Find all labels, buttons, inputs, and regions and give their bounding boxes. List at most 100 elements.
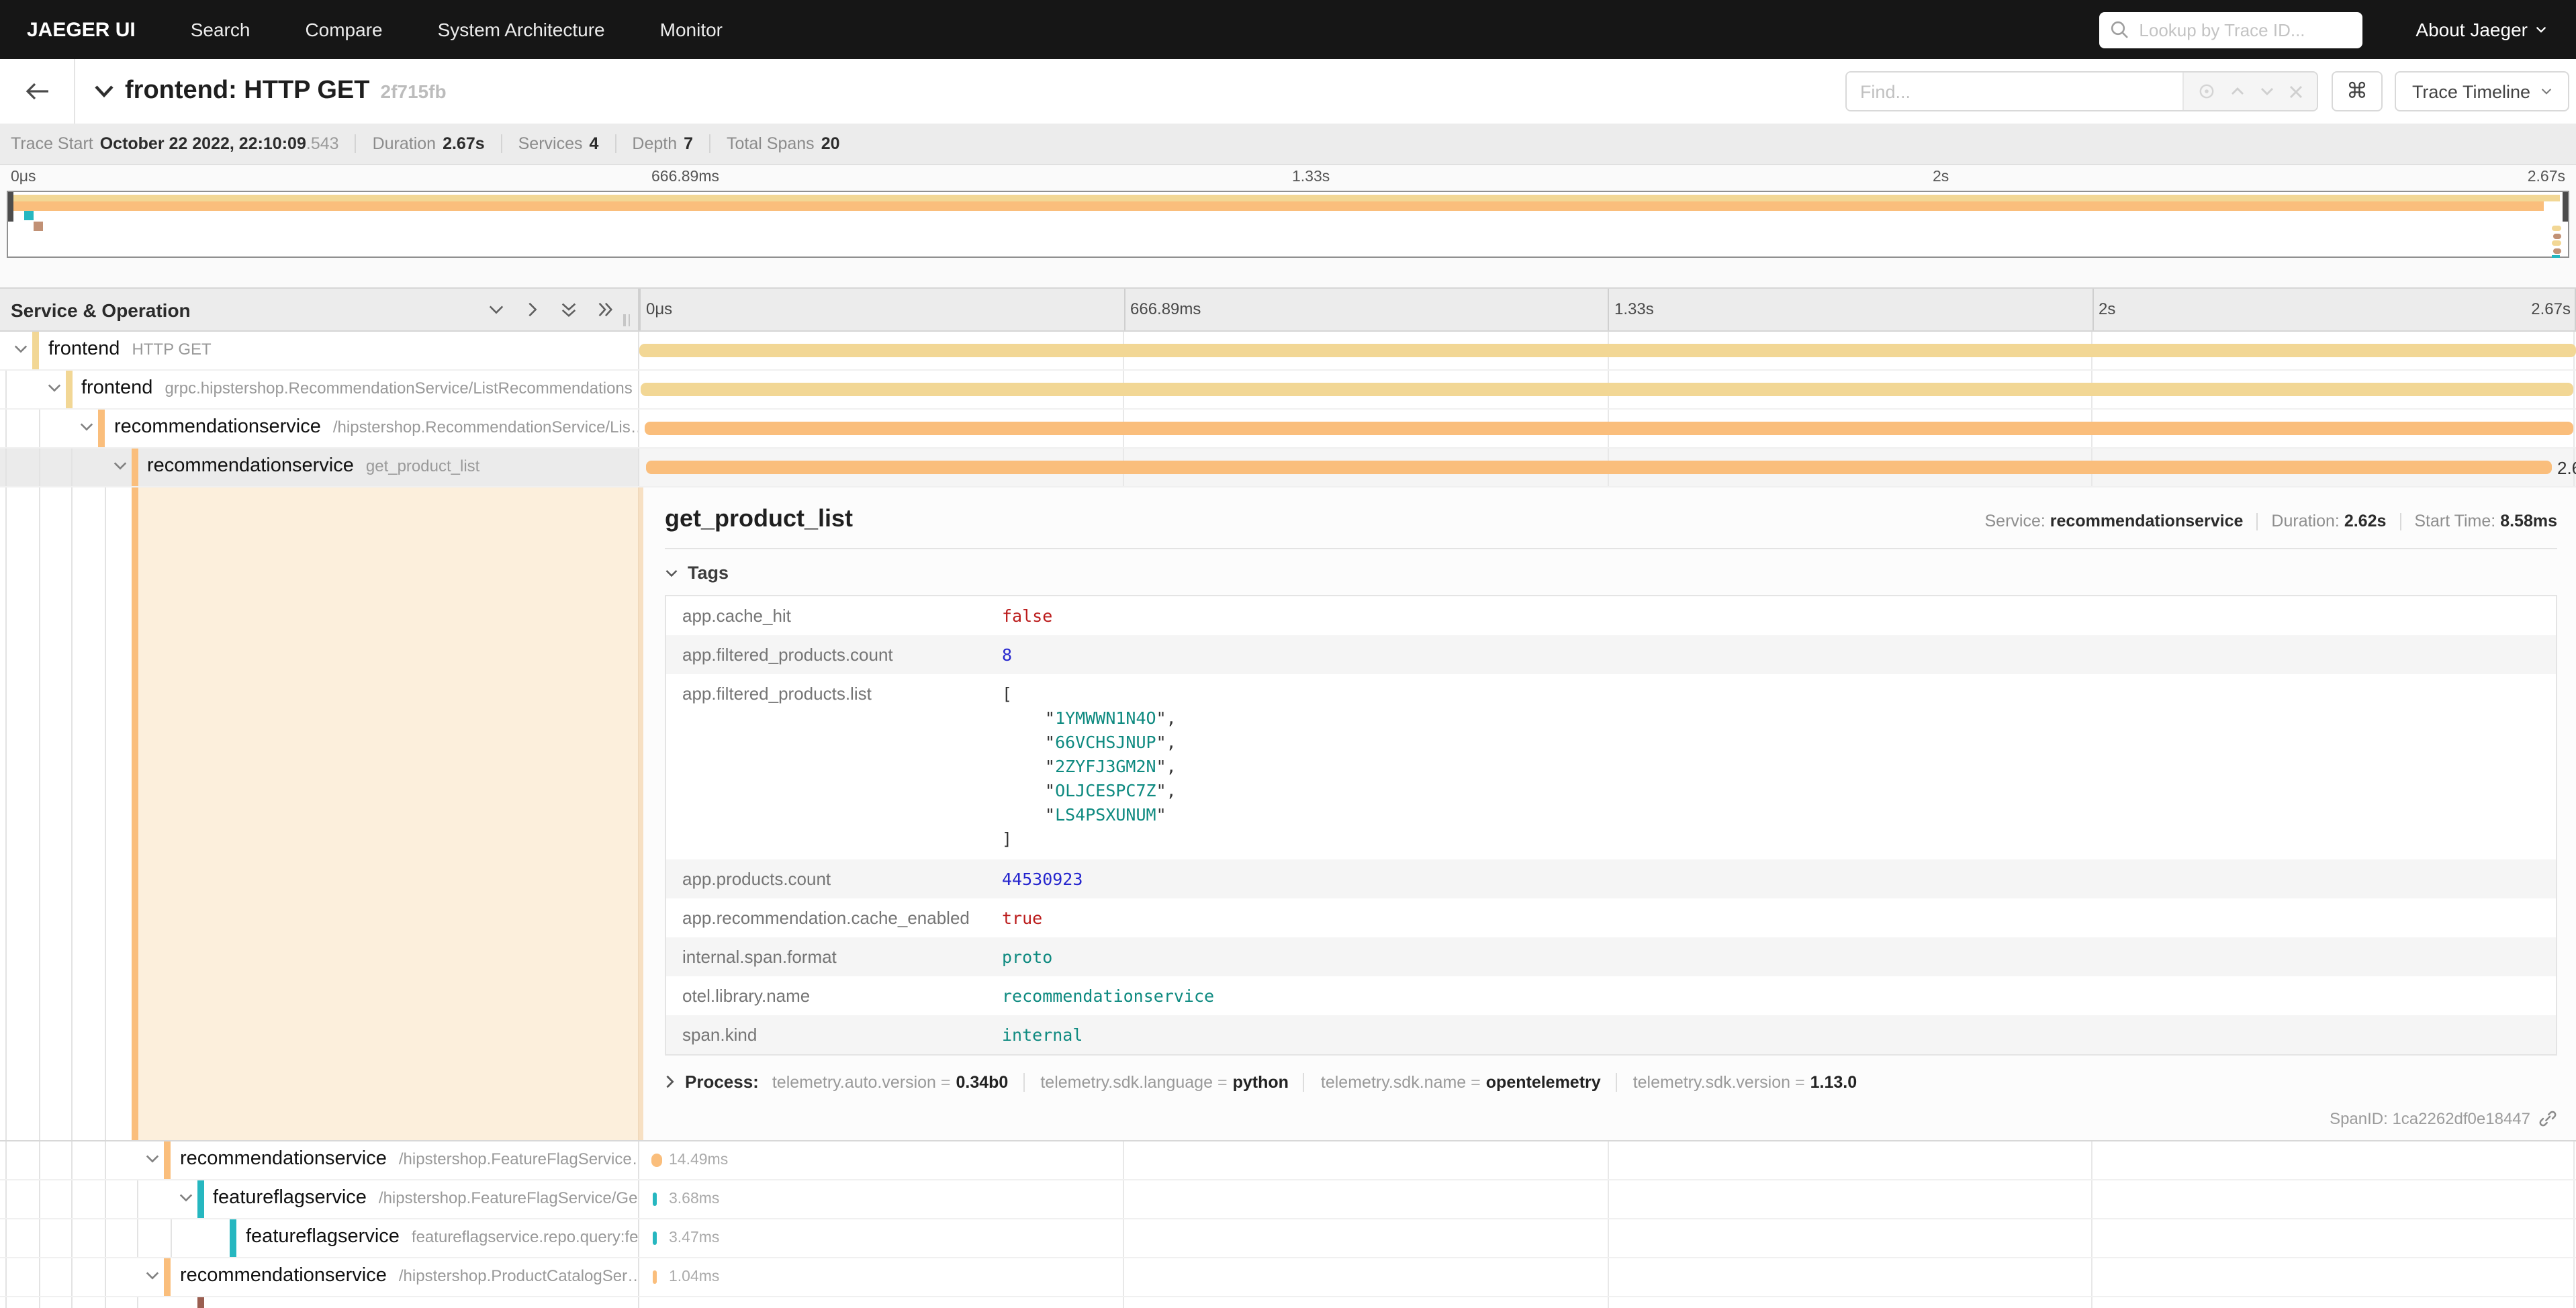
trace-title: frontend: HTTP GET (125, 77, 370, 106)
about-jaeger-menu[interactable]: About Jaeger (2416, 19, 2546, 40)
span-duration-bar[interactable] (653, 1270, 656, 1284)
command-icon: ⌘ (2346, 78, 2368, 105)
span-service-name: recommendationservice/hipstershop.Featur… (180, 1148, 639, 1170)
expand-one-icon[interactable] (524, 301, 541, 318)
nav-item-compare[interactable]: Compare (305, 19, 382, 40)
ruler-tick (1608, 289, 1609, 330)
service-operation-header: Service & Operation (0, 289, 639, 330)
trace-stat: Services4 (501, 134, 599, 153)
indent-guide (170, 1219, 171, 1257)
span-row[interactable]: frontendgrpc.hipstershop.RecommendationS… (0, 371, 2576, 410)
span-timeline-cell[interactable] (639, 332, 2576, 369)
span-row[interactable]: featureflagservicefeatureflagservice.rep… (0, 1219, 2576, 1258)
span-duration-bar[interactable] (645, 422, 2573, 435)
span-expand-chevron-icon[interactable] (145, 1270, 160, 1281)
expand-all-icon[interactable] (596, 301, 614, 318)
span-timeline-cell[interactable] (639, 371, 2576, 408)
span-timeline-cell[interactable]: 1.04ms (639, 1258, 2576, 1296)
span-duration-bar[interactable] (641, 383, 2573, 396)
span-row[interactable] (0, 1297, 2576, 1308)
nav-item-monitor[interactable]: Monitor (660, 19, 723, 40)
span-name-cell[interactable]: recommendationservice/hipstershop.Recomm… (0, 410, 639, 447)
tag-value: false (1002, 596, 1052, 635)
column-resizer-handle[interactable] (623, 314, 630, 326)
tag-row[interactable]: span.kindinternal (666, 1015, 2556, 1054)
detail-divider (665, 548, 2557, 549)
span-timeline-cell[interactable] (639, 410, 2576, 447)
span-expand-chevron-icon[interactable] (46, 383, 61, 393)
find-next-icon[interactable] (2259, 83, 2275, 99)
tag-row[interactable]: otel.library.namerecommendationservice (666, 976, 2556, 1015)
span-timeline-cell[interactable]: 3.47ms (639, 1219, 2576, 1257)
span-name-cell[interactable]: featureflagservicefeatureflagservice.rep… (0, 1219, 639, 1257)
span-row[interactable]: recommendationservice/hipstershop.Featur… (0, 1141, 2576, 1180)
span-timeline-cell[interactable]: 14.49ms (639, 1141, 2576, 1179)
find-prev-icon[interactable] (2229, 83, 2246, 99)
tag-key: app.filtered_products.list (666, 674, 1002, 713)
find-input[interactable] (1847, 73, 2182, 110)
span-name-cell[interactable]: recommendationservice/hipstershop.Produc… (0, 1258, 639, 1296)
span-timeline-cell[interactable]: 2.62s (639, 449, 2576, 486)
focus-target-icon[interactable] (2197, 82, 2216, 101)
tags-section-toggle[interactable]: Tags (665, 563, 2557, 583)
keyboard-shortcuts-button[interactable]: ⌘ (2332, 71, 2383, 111)
span-expand-chevron-icon[interactable] (79, 422, 94, 432)
span-timeline-cell[interactable] (639, 1297, 2576, 1308)
span-row[interactable]: frontendHTTP GET (0, 332, 2576, 371)
trace-id-lookup-input[interactable] (2136, 18, 2378, 41)
process-section[interactable]: Process:telemetry.auto.version0.34b0tele… (665, 1072, 2557, 1092)
tag-row[interactable]: app.products.count44530923 (666, 859, 2556, 898)
span-row[interactable]: recommendationserviceget_product_list 2.… (0, 449, 2576, 487)
trace-view-selector[interactable]: Trace Timeline (2395, 71, 2569, 111)
tag-row[interactable]: app.cache_hitfalse (666, 596, 2556, 635)
clear-find-icon[interactable] (2289, 84, 2303, 99)
tag-row[interactable]: app.filtered_products.count8 (666, 635, 2556, 674)
app-brand[interactable]: JAEGER UI (27, 18, 136, 41)
span-name-cell[interactable]: frontendHTTP GET (0, 332, 639, 369)
span-duration-bar[interactable] (646, 461, 2552, 474)
tag-list-item: "66VCHSJNUP", (1002, 731, 1177, 755)
span-expand-chevron-icon[interactable] (178, 1193, 193, 1203)
detail-span-meta: Service: recommendationserviceDuration: … (1985, 512, 2558, 530)
indent-guide (38, 449, 40, 486)
tag-row[interactable]: app.recommendation.cache_enabledtrue (666, 898, 2556, 937)
span-name-cell[interactable]: recommendationserviceget_product_list (0, 449, 639, 486)
span-service-name: featureflagservice/hipstershop.FeatureFl… (213, 1187, 639, 1209)
span-row[interactable]: recommendationservice/hipstershop.Recomm… (0, 410, 2576, 449)
span-timeline-cell[interactable]: 3.68ms (639, 1180, 2576, 1218)
collapse-trace-chevron[interactable] (94, 85, 114, 98)
span-name-cell[interactable]: frontendgrpc.hipstershop.RecommendationS… (0, 371, 639, 408)
span-duration-bar[interactable] (651, 1154, 662, 1167)
span-detail-row: get_product_list Service: recommendation… (0, 487, 2576, 1141)
tag-row[interactable]: app.filtered_products.list["1YMWWN1N4O",… (666, 674, 2556, 859)
tag-row[interactable]: internal.span.formatproto (666, 937, 2556, 976)
indent-guide (5, 1219, 7, 1257)
span-name-cell[interactable] (0, 1297, 639, 1308)
span-name-cell[interactable]: recommendationservice/hipstershop.Featur… (0, 1141, 639, 1179)
span-expand-chevron-icon[interactable] (112, 461, 127, 471)
back-button[interactable] (0, 59, 75, 124)
nav-item-search[interactable]: Search (191, 19, 250, 40)
trace-stats-bar: Trace StartOctober 22 2022, 22:10:09.543… (0, 124, 2576, 165)
trace-id-lookup[interactable] (2099, 11, 2362, 48)
span-operation-name: /hipstershop.RecommendationService/Lis… (333, 418, 639, 436)
span-duration-bar[interactable] (639, 344, 2576, 357)
span-expand-chevron-icon[interactable] (13, 344, 28, 355)
minimap-span-mark (8, 192, 13, 222)
span-duration-bar[interactable] (653, 1193, 657, 1206)
minimap-canvas[interactable] (7, 191, 2569, 258)
selected-span-indent-fill (138, 487, 638, 1140)
indent-guide (104, 1180, 105, 1218)
link-icon[interactable] (2538, 1109, 2557, 1128)
span-row[interactable]: recommendationservice/hipstershop.Produc… (0, 1258, 2576, 1297)
nav-item-system-architecture[interactable]: System Architecture (438, 19, 605, 40)
span-duration-bar[interactable] (653, 1231, 657, 1245)
find-controls (2182, 73, 2317, 110)
span-name-cell[interactable]: featureflagservice/hipstershop.FeatureFl… (0, 1180, 639, 1218)
span-row[interactable]: featureflagservice/hipstershop.FeatureFl… (0, 1180, 2576, 1219)
find-box (1845, 71, 2318, 111)
collapse-all-icon[interactable] (560, 301, 578, 318)
collapse-one-icon[interactable] (488, 301, 505, 318)
span-color-accent (197, 1297, 203, 1308)
span-expand-chevron-icon[interactable] (145, 1154, 160, 1164)
